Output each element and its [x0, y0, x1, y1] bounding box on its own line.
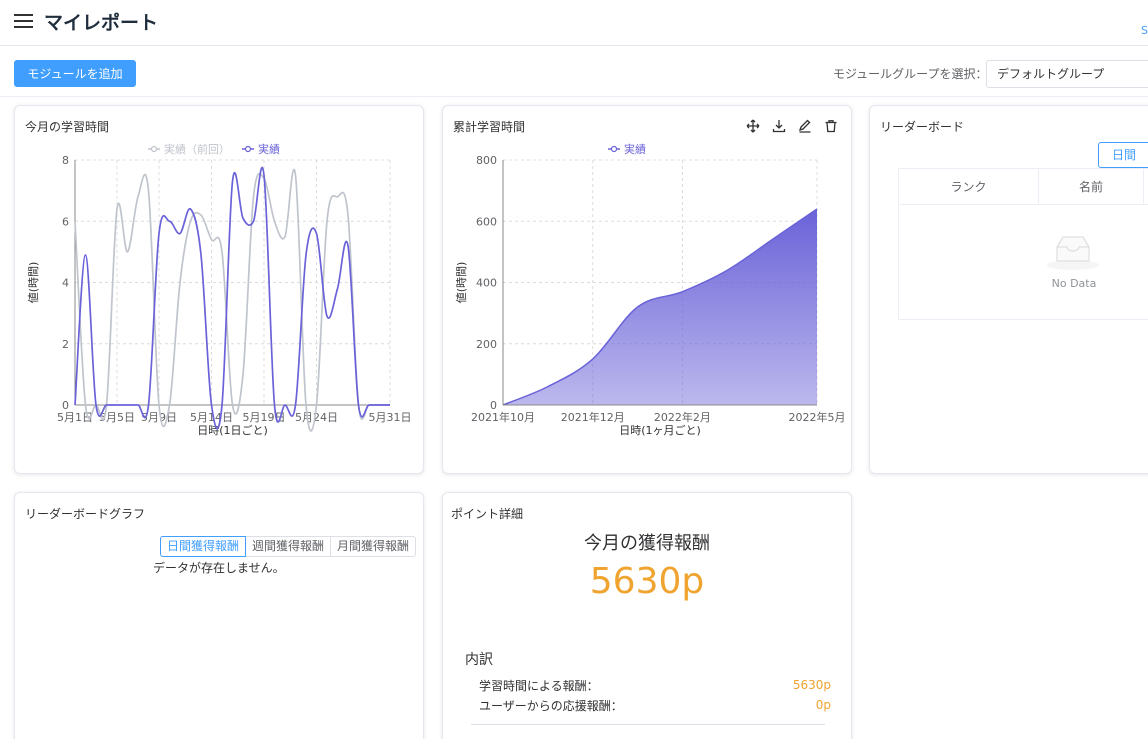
y-tick-label: 800	[476, 154, 497, 167]
table-header: ランク 名前	[899, 169, 1148, 205]
x-axis-label: 日時(1ヶ月ごと)	[619, 423, 701, 437]
y-tick-label: 600	[476, 215, 497, 228]
no-data-message: データが存在しません。	[153, 561, 285, 575]
x-tick-label: 5月14日	[190, 411, 233, 424]
leaderboard-graph-card: リーダーボードグラフ 日間獲得報酬 週間獲得報酬 月間獲得報酬 データが存在しま…	[14, 492, 424, 739]
tab-monthly-reward[interactable]: 月間獲得報酬	[330, 536, 416, 557]
y-axis-label: 値(時間)	[455, 262, 468, 304]
x-tick-label: 2021年10月	[471, 410, 535, 424]
legend-label: 実績	[624, 142, 646, 156]
card-title: 今月の学習時間	[25, 120, 110, 134]
leaderboard-table: ランク 名前 No Data	[898, 168, 1148, 320]
page-title: マイレポート	[44, 12, 159, 34]
tab-daily-reward[interactable]: 日間獲得報酬	[160, 536, 246, 557]
module-toolbar: モジュールを追加 モジュールグループを選択： デフォルトグループ	[0, 47, 1148, 97]
module-group-select[interactable]: デフォルトグループ	[986, 60, 1148, 88]
y-tick-label: 2	[62, 338, 69, 351]
x-tick-label: 5月24日	[295, 411, 338, 424]
series-area	[503, 209, 817, 405]
card-title: リーダーボードグラフ	[25, 507, 146, 521]
points-heading: 今月の獲得報酬	[584, 533, 710, 554]
top-bar: マイレポート S	[0, 0, 1148, 46]
y-axis-label: 値(時間)	[27, 262, 40, 304]
trash-icon[interactable]	[823, 118, 839, 134]
legend-marker	[244, 145, 252, 153]
legend-marker	[610, 145, 618, 153]
x-tick-label: 2022年5月	[789, 410, 846, 424]
breakdown-row-value: 0p	[815, 698, 831, 712]
monthly-study-card: 今月の学習時間 0 2 4 6 8 5月1日 5月5日 5月9日 5月14日 5月19日 5月24日…	[14, 105, 424, 474]
card-tools	[745, 118, 839, 134]
card-title: 累計学習時間	[453, 120, 526, 134]
edit-icon[interactable]	[797, 118, 813, 134]
y-tick-label: 8	[62, 154, 69, 167]
tab-weekly-reward[interactable]: 週間獲得報酬	[245, 536, 331, 557]
column-rank[interactable]: ランク	[899, 169, 1039, 205]
add-module-button[interactable]: モジュールを追加	[14, 60, 136, 87]
monthly-study-chart: 024685月1日 5月5日 5月9日 5月14日 5月19日 5月24日 5月31日日時(…	[27, 142, 412, 437]
cumulative-study-chart: 02004006008002021年10月 2021年12月 2022年2月 2022…	[455, 142, 846, 437]
x-tick-label: 5月31日	[369, 411, 412, 424]
breakdown-row-label: 学習時間による報酬：	[479, 679, 599, 693]
y-tick-label: 400	[476, 277, 497, 290]
card-title: ポイント詳細	[451, 507, 524, 521]
y-tick-label: 4	[62, 277, 69, 290]
menu-icon[interactable]	[14, 12, 34, 30]
leaderboard-card: リーダーボード 日間 ランク 名前 No Data	[869, 105, 1148, 474]
divider	[471, 724, 825, 725]
legend-marker	[150, 145, 158, 153]
x-tick-label: 2022年2月	[654, 410, 711, 424]
breakdown-title: 内訳	[465, 652, 493, 668]
download-icon[interactable]	[771, 118, 787, 134]
user-link[interactable]: S	[1141, 24, 1148, 37]
legend-label: 実績	[258, 142, 280, 156]
column-name[interactable]: 名前	[1039, 169, 1144, 205]
tab-daily[interactable]: 日間	[1098, 142, 1148, 168]
points-value: 5630p	[589, 561, 705, 602]
empty-box-icon	[1047, 231, 1103, 275]
card-title: リーダーボード	[880, 120, 965, 134]
series-line	[74, 166, 390, 430]
group-select-label: モジュールグループを選択：	[833, 67, 988, 81]
x-tick-label: 2021年12月	[561, 410, 625, 424]
cumulative-study-card: 累計学習時間 0 200 400 600 800 2021年10月 2021年12月 2022…	[442, 105, 852, 474]
points-detail-card: ポイント詳細 今月の獲得報酬 5630p 内訳 学習時間による報酬： 5630p…	[442, 492, 852, 739]
y-tick-label: 200	[476, 338, 497, 351]
series-line	[74, 168, 390, 432]
x-axis-label: 日時(1日ごと)	[197, 423, 268, 437]
breakdown-row-label: ユーザーからの応援報酬：	[479, 699, 623, 713]
move-icon[interactable]	[745, 118, 761, 134]
breakdown-row-value: 5630p	[792, 678, 831, 692]
y-tick-label: 6	[62, 215, 69, 228]
legend-label: 実績（前回）	[164, 142, 230, 156]
empty-text: No Data	[1051, 277, 1097, 290]
